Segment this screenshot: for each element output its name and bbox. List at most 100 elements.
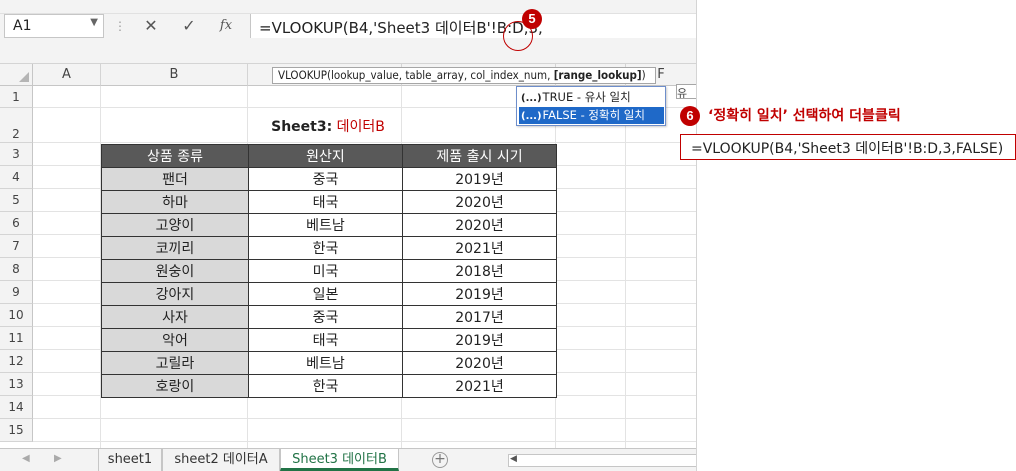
row-header[interactable]: 1 — [0, 86, 33, 108]
select-all-corner[interactable] — [0, 64, 33, 86]
autocomplete-item-icon: (...) — [521, 111, 542, 122]
excel-window: A1 ▼ ⋮ ✕ ✓ fx =VLOOKUP(B4,'Sheet3 데이터B'!… — [0, 0, 697, 471]
table-row: 고릴라 베트남 2020년 — [101, 351, 557, 375]
data-table: 상품 종류 원산지 제품 출시 시기 팬더 중국 2019년 하마 태국 2020년 고양이… — [101, 144, 557, 398]
row-header[interactable]: 3 — [0, 143, 33, 166]
column-header[interactable]: B — [101, 64, 248, 86]
table-cell[interactable]: 코끼리 — [101, 236, 249, 260]
tooltip-fragment: 유사 — [676, 84, 696, 99]
table-row: 코끼리 한국 2021년 — [101, 236, 557, 260]
row-header[interactable]: 6 — [0, 212, 33, 235]
table-cell[interactable]: 사자 — [101, 305, 249, 329]
table-cell[interactable]: 원숭이 — [101, 259, 249, 283]
cancel-icon[interactable]: ✕ — [138, 16, 164, 36]
gridline — [33, 441, 696, 442]
sheet-title: Sheet3: 데이터B — [248, 116, 408, 136]
table-cell[interactable]: 하마 — [101, 190, 249, 214]
horizontal-scrollbar[interactable]: ◀ — [508, 454, 696, 467]
column-header[interactable]: A — [33, 64, 101, 86]
tooltip-suffix: ) — [641, 68, 646, 82]
scroll-left-icon[interactable]: ◀ — [510, 454, 517, 464]
table-cell[interactable]: 태국 — [248, 190, 403, 214]
table-cell[interactable]: 베트남 — [248, 213, 403, 237]
table-cell[interactable]: 2021년 — [402, 236, 557, 260]
table-row: 사자 중국 2017년 — [101, 305, 557, 329]
step-5-badge: 5 — [522, 9, 542, 29]
formula-text: =VLOOKUP(B4,'Sheet3 데이터B'!B:D,3, — [259, 19, 543, 37]
table-cell[interactable]: 팬더 — [101, 167, 249, 191]
chevron-down-icon[interactable]: ▼ — [90, 17, 98, 28]
table-row: 고양이 베트남 2020년 — [101, 213, 557, 237]
table-cell[interactable]: 중국 — [248, 305, 403, 329]
insert-function-icon[interactable]: fx — [213, 16, 239, 36]
table-cell[interactable]: 2020년 — [402, 190, 557, 214]
scroll-tabs-left-icon[interactable]: ◀ — [22, 453, 30, 464]
add-sheet-icon[interactable]: + — [432, 452, 448, 468]
table-cell[interactable]: 한국 — [248, 374, 403, 398]
table-cell[interactable]: 악어 — [101, 328, 249, 352]
name-box-value: A1 — [13, 18, 32, 34]
tooltip-prefix: VLOOKUP(lookup_value, table_array, col_i… — [278, 68, 554, 82]
tab-sheet1[interactable]: sheet1 — [98, 449, 162, 471]
row-header[interactable]: 2 — [0, 108, 33, 143]
ribbon-edge — [0, 0, 696, 14]
step-6-annotation: 6 ‘정확히 일치’ 선택하여 더블클릭 — [680, 105, 901, 126]
enter-icon[interactable]: ✓ — [176, 16, 202, 36]
gridline — [33, 142, 696, 143]
table-cell[interactable]: 강아지 — [101, 282, 249, 306]
table-cell[interactable]: 2020년 — [402, 213, 557, 237]
gridline — [625, 86, 626, 448]
result-formula-box: =VLOOKUP(B4,'Sheet3 데이터B'!B:D,3,FALSE) — [680, 134, 1016, 160]
row-header[interactable]: 5 — [0, 189, 33, 212]
table-row: 강아지 일본 2019년 — [101, 282, 557, 306]
row-header[interactable]: 12 — [0, 350, 33, 373]
row-header[interactable]: 13 — [0, 373, 33, 396]
formula-input[interactable]: =VLOOKUP(B4,'Sheet3 데이터B'!B:D,3, — [250, 14, 696, 38]
table-cell[interactable]: 2018년 — [402, 259, 557, 283]
header-release[interactable]: 제품 출시 시기 — [402, 144, 557, 168]
table-cell[interactable]: 호랑이 — [101, 374, 249, 398]
table-cell[interactable]: 태국 — [248, 328, 403, 352]
autocomplete-item-false[interactable]: (...)FALSE - 정확히 일치 — [519, 107, 664, 124]
table-row: 원숭이 미국 2018년 — [101, 259, 557, 283]
row-header[interactable]: 4 — [0, 166, 33, 189]
gridline — [33, 418, 696, 419]
table-cell[interactable]: 미국 — [248, 259, 403, 283]
name-box[interactable]: A1 ▼ — [4, 14, 104, 38]
table-cell[interactable]: 2019년 — [402, 167, 557, 191]
row-header[interactable]: 7 — [0, 235, 33, 258]
autocomplete-list: (...)TRUE - 유사 일치 (...)FALSE - 정확히 일치 — [516, 86, 666, 126]
table-cell[interactable]: 중국 — [248, 167, 403, 191]
table-cell[interactable]: 2019년 — [402, 328, 557, 352]
table-cell[interactable]: 2020년 — [402, 351, 557, 375]
row-header[interactable]: 14 — [0, 396, 33, 419]
autocomplete-item-true[interactable]: (...)TRUE - 유사 일치 — [519, 89, 664, 106]
autocomplete-item-label: TRUE - 유사 일치 — [542, 90, 631, 104]
tooltip-current-arg: [range_lookup] — [553, 68, 642, 82]
table-cell[interactable]: 2019년 — [402, 282, 557, 306]
tab-sheet2[interactable]: sheet2 데이터A — [162, 449, 280, 471]
table-cell[interactable]: 고양이 — [101, 213, 249, 237]
table-cell[interactable]: 베트남 — [248, 351, 403, 375]
table-cell[interactable]: 2017년 — [402, 305, 557, 329]
row-header[interactable]: 11 — [0, 327, 33, 350]
autocomplete-item-icon: (...) — [521, 93, 542, 104]
table-cell[interactable]: 일본 — [248, 282, 403, 306]
step-6-badge: 6 — [680, 106, 700, 126]
row-header[interactable]: 10 — [0, 304, 33, 327]
header-origin[interactable]: 원산지 — [248, 144, 403, 168]
tab-sheet3[interactable]: Sheet3 데이터B — [280, 449, 399, 471]
header-product-type[interactable]: 상품 종류 — [101, 144, 249, 168]
sheet-tab-bar: ◀ ▶ sheet1 sheet2 데이터A Sheet3 데이터B + ◀ — [0, 448, 696, 471]
scroll-tabs-right-icon[interactable]: ▶ — [54, 453, 62, 464]
sheet-title-name: 데이터B — [336, 119, 385, 135]
row-header[interactable]: 8 — [0, 258, 33, 281]
table-cell[interactable]: 고릴라 — [101, 351, 249, 375]
table-cell[interactable]: 한국 — [248, 236, 403, 260]
table-cell[interactable]: 2021년 — [402, 374, 557, 398]
app-root: A1 ▼ ⋮ ✕ ✓ fx =VLOOKUP(B4,'Sheet3 데이터B'!… — [0, 0, 1016, 471]
row-header[interactable]: 9 — [0, 281, 33, 304]
row-header[interactable]: 15 — [0, 419, 33, 442]
drag-handle-icon[interactable]: ⋮ — [114, 19, 126, 33]
autocomplete-item-label: FALSE - 정확히 일치 — [542, 108, 645, 122]
